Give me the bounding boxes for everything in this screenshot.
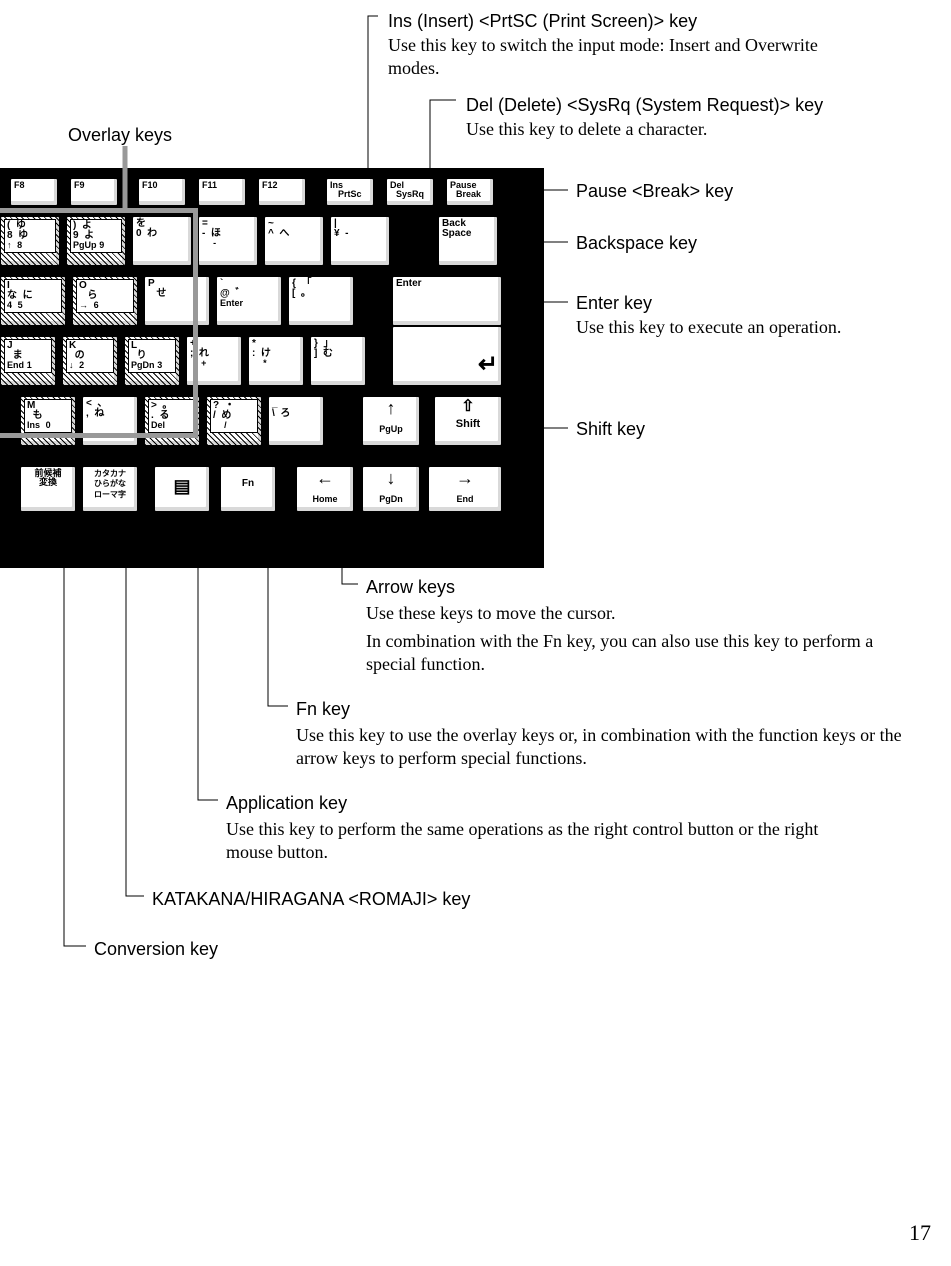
ins-title: Ins (Insert) <PrtSC (Print Screen)> key <box>388 10 697 33</box>
key-ins: InsPrtSc <box>326 178 374 206</box>
key-9: ) よ9 よPgUp 9 <box>66 216 126 266</box>
key-rbracket: } 」] む <box>310 336 366 386</box>
key-pause: PauseBreak <box>446 178 494 206</box>
arrow-title: Arrow keys <box>366 576 455 599</box>
pause-title: Pause <Break> key <box>576 180 733 203</box>
keyboard-diagram: F8 F9 F10 F11 F12 InsPrtSc DelSysRq Paus… <box>0 168 544 568</box>
enter-title: Enter key <box>576 292 652 315</box>
key-p: P せ <box>144 276 210 326</box>
key-colon: *: け * <box>248 336 304 386</box>
key-arrow-right: →End <box>428 466 502 512</box>
key-slash: ? ・/ め / <box>206 396 262 446</box>
key-shift: ⇧Shift <box>434 396 502 446</box>
ins-desc: Use this key to switch the input mode: I… <box>388 34 818 79</box>
fn-title: Fn key <box>296 698 350 721</box>
key-enter-top: Enter <box>392 276 502 326</box>
key-conversion: 前候補変換 <box>20 466 76 512</box>
key-f12: F12 <box>258 178 306 206</box>
conv-title: Conversion key <box>94 938 218 961</box>
key-yen: |¥ - <box>330 216 390 266</box>
key-at: `@ ゛Enter <box>216 276 282 326</box>
key-8: ( ゆ8 ゆ↑ 8 <box>0 216 60 266</box>
key-m: M もIns 0 <box>20 396 76 446</box>
back-title: Backspace key <box>576 232 697 255</box>
key-minus: =- ほ - <box>198 216 258 266</box>
key-semi: +; れ + <box>186 336 242 386</box>
key-0: を0 わ <box>132 216 192 266</box>
key-enter-bot: ↵ <box>392 326 502 386</box>
del-desc: Use this key to delete a character. <box>466 118 707 141</box>
key-application: ▤ <box>154 466 210 512</box>
key-i: Iな に4 5 <box>0 276 66 326</box>
key-f9: F9 <box>70 178 118 206</box>
key-arrow-down: ↓PgDn <box>362 466 420 512</box>
app-title: Application key <box>226 792 347 815</box>
key-j: J まEnd 1 <box>0 336 56 386</box>
overlay-label: Overlay keys <box>68 124 172 147</box>
shift-title: Shift key <box>576 418 645 441</box>
key-l: L りPgDn 3 <box>124 336 180 386</box>
page-number: 17 <box>909 1219 931 1247</box>
arrow-desc1: Use these keys to move the cursor. <box>366 602 615 625</box>
key-del: DelSysRq <box>386 178 434 206</box>
kana-title: KATAKANA/HIRAGANA <ROMAJI> key <box>152 888 470 911</box>
key-fn: Fn <box>220 466 276 512</box>
fn-desc: Use this key to use the overlay keys or,… <box>296 724 906 769</box>
del-title: Del (Delete) <SysRq (System Request)> ke… <box>466 94 823 117</box>
key-tilde: ~^ へ <box>264 216 324 266</box>
key-period: > 。. るDel <box>144 396 200 446</box>
key-arrow-up: ↑PgUp <box>362 396 420 446</box>
key-f8: F8 <box>10 178 58 206</box>
arrow-desc2: In combination with the Fn key, you can … <box>366 630 926 675</box>
key-backspace: BackSpace <box>438 216 498 266</box>
key-lbracket: { 「[ 。 <box>288 276 354 326</box>
app-desc: Use this key to perform the same operati… <box>226 818 826 863</box>
key-backslash: _\ ろ <box>268 396 324 446</box>
key-o: O ら→ 6 <box>72 276 138 326</box>
key-f10: F10 <box>138 178 186 206</box>
key-kana: カタカナひらがなローマ字 <box>82 466 138 512</box>
key-f11: F11 <box>198 178 246 206</box>
key-comma: < 、, ね <box>82 396 138 446</box>
key-k: K の↓ 2 <box>62 336 118 386</box>
key-arrow-left: ←Home <box>296 466 354 512</box>
enter-desc: Use this key to execute an operation. <box>576 316 841 339</box>
